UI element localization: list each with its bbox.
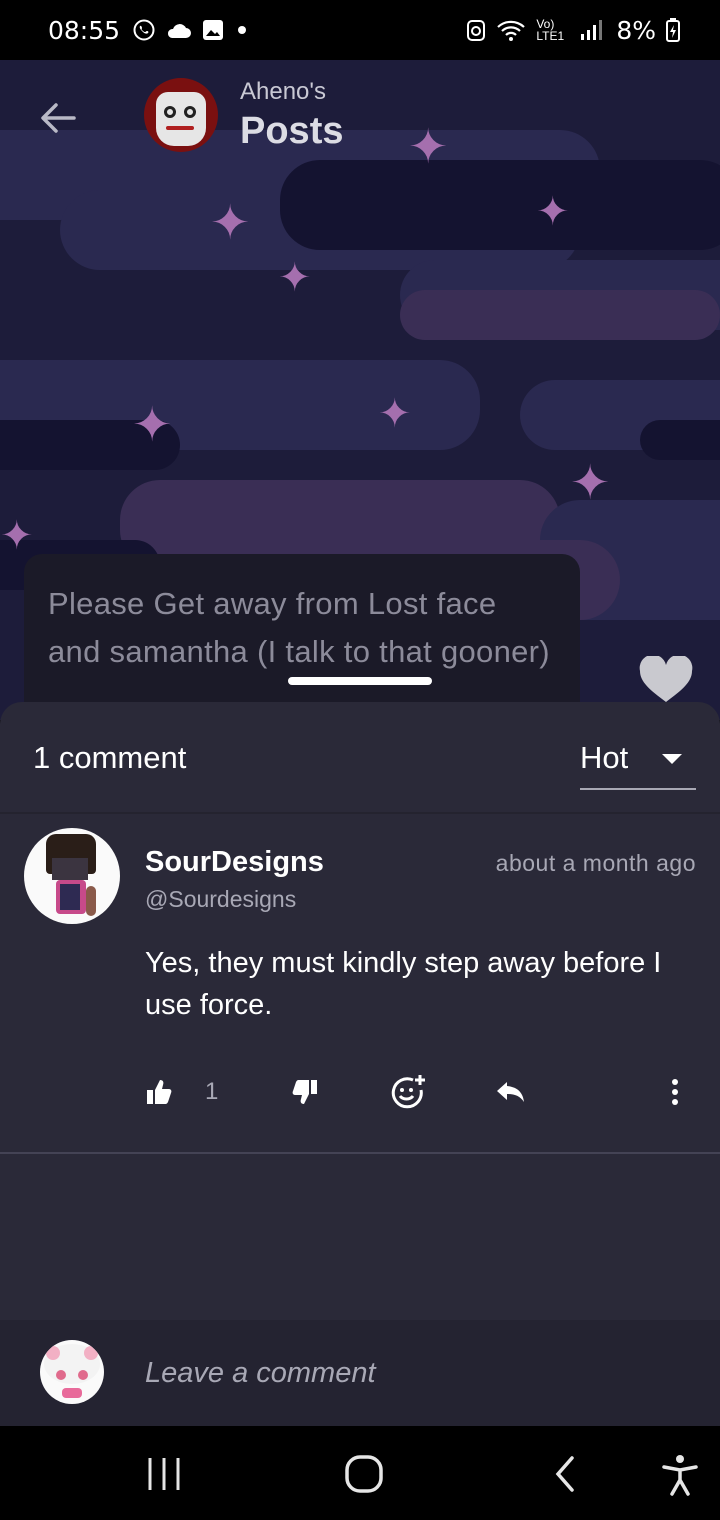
network-label: Vo) LTE1 (536, 17, 565, 43)
comment-input[interactable] (145, 1350, 685, 1396)
reply-button[interactable] (495, 1072, 527, 1112)
status-bar: 08:55 Vo) LTE1 8% (0, 0, 720, 60)
like-button[interactable]: 1 (145, 1072, 218, 1112)
thumbs-down-icon (292, 1080, 317, 1104)
home-icon[interactable] (342, 1452, 386, 1496)
heart-icon[interactable] (638, 656, 694, 704)
alarm-icon (467, 20, 486, 41)
like-count: 1 (205, 1078, 219, 1105)
gallery-icon (203, 20, 224, 40)
star-icon: ✦ (570, 457, 611, 510)
comment-body: Yes, they must kindly step away before I… (145, 947, 662, 1021)
post-card[interactable]: Please Get away from Lost face and saman… (24, 554, 580, 724)
star-icon: ✦ (278, 256, 312, 300)
thumbs-up-icon (147, 1080, 172, 1104)
comment-actions: 1 (145, 1072, 705, 1112)
recent-apps-icon[interactable] (142, 1452, 186, 1496)
cloud-icon (168, 24, 192, 38)
comment-author[interactable]: SourDesigns (145, 846, 324, 879)
comment-handle: @Sourdesigns (145, 886, 297, 912)
comment-timestamp: about a month ago (495, 850, 696, 876)
comments-header: 1 comment Hot (0, 702, 720, 814)
more-options-button[interactable] (669, 1072, 681, 1112)
battery-percent: 8% (616, 15, 656, 45)
status-time: 08:55 (48, 15, 121, 45)
reply-icon (497, 1082, 524, 1102)
sort-dropdown[interactable]: Hot (580, 736, 696, 790)
comment-item: SourDesigns @Sourdesigns about a month a… (0, 814, 720, 1154)
star-icon: ✦ (132, 399, 173, 452)
add-reaction-icon (391, 1075, 425, 1109)
back-arrow-icon[interactable] (36, 96, 80, 140)
add-reaction-button[interactable] (391, 1072, 427, 1112)
star-icon: ✦ (536, 190, 570, 234)
dot-icon (238, 26, 247, 34)
more-vertical-icon (672, 1079, 678, 1105)
comment-count: 1 comment (33, 740, 187, 775)
sheet-drag-handle[interactable] (288, 677, 432, 685)
page-title: Posts (240, 110, 344, 152)
sort-value: Hot (580, 740, 629, 775)
battery-charging-icon (666, 18, 680, 42)
accessibility-icon[interactable] (658, 1452, 702, 1496)
star-icon: ✦ (210, 197, 251, 250)
header-subtitle: Aheno's (240, 78, 326, 105)
app-header: Aheno's Posts (0, 60, 720, 180)
star-icon: ✦ (0, 514, 34, 558)
comment-composer (0, 1320, 720, 1426)
avatar[interactable] (24, 828, 120, 924)
system-nav-bar (0, 1426, 720, 1520)
star-icon: ✦ (378, 392, 412, 436)
chevron-down-icon (662, 754, 682, 764)
dislike-button[interactable] (291, 1072, 319, 1112)
community-avatar[interactable] (144, 78, 218, 152)
signal-icon (581, 20, 603, 40)
wifi-icon (497, 20, 526, 41)
current-user-avatar (40, 1340, 104, 1404)
back-nav-icon[interactable] (544, 1452, 588, 1496)
whatsapp-icon (133, 19, 155, 41)
